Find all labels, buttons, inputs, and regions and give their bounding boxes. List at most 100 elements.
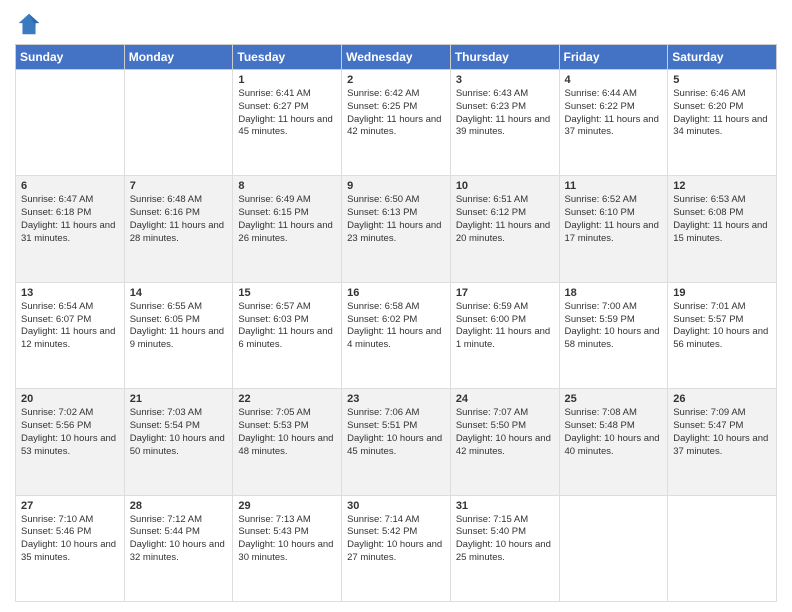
day-info: Sunrise: 6:52 AM Sunset: 6:10 PM Dayligh… bbox=[565, 194, 663, 245]
day-number: 25 bbox=[565, 393, 663, 405]
day-of-week-header: Monday bbox=[124, 45, 233, 70]
day-info: Sunrise: 6:48 AM Sunset: 6:16 PM Dayligh… bbox=[130, 194, 228, 245]
day-of-week-header: Tuesday bbox=[233, 45, 342, 70]
day-of-week-header: Friday bbox=[559, 45, 668, 70]
day-number: 5 bbox=[673, 74, 771, 86]
calendar-day-cell bbox=[16, 70, 125, 176]
calendar-day-cell: 31 Sunrise: 7:15 AM Sunset: 5:40 PM Dayli… bbox=[450, 495, 559, 601]
day-number: 16 bbox=[347, 287, 445, 299]
day-info: Sunrise: 7:10 AM Sunset: 5:46 PM Dayligh… bbox=[21, 514, 119, 565]
calendar-day-cell: 7 Sunrise: 6:48 AM Sunset: 6:16 PM Daylig… bbox=[124, 176, 233, 282]
calendar-day-cell: 9 Sunrise: 6:50 AM Sunset: 6:13 PM Daylig… bbox=[342, 176, 451, 282]
calendar-day-cell: 19 Sunrise: 7:01 AM Sunset: 5:57 PM Dayli… bbox=[668, 282, 777, 388]
calendar-week-row: 6 Sunrise: 6:47 AM Sunset: 6:18 PM Daylig… bbox=[16, 176, 777, 282]
day-info: Sunrise: 7:09 AM Sunset: 5:47 PM Dayligh… bbox=[673, 407, 771, 458]
day-number: 3 bbox=[456, 74, 554, 86]
day-number: 26 bbox=[673, 393, 771, 405]
calendar-day-cell: 3 Sunrise: 6:43 AM Sunset: 6:23 PM Daylig… bbox=[450, 70, 559, 176]
day-info: Sunrise: 6:49 AM Sunset: 6:15 PM Dayligh… bbox=[238, 194, 336, 245]
day-info: Sunrise: 7:05 AM Sunset: 5:53 PM Dayligh… bbox=[238, 407, 336, 458]
day-info: Sunrise: 7:07 AM Sunset: 5:50 PM Dayligh… bbox=[456, 407, 554, 458]
day-info: Sunrise: 6:59 AM Sunset: 6:00 PM Dayligh… bbox=[456, 301, 554, 352]
day-info: Sunrise: 7:02 AM Sunset: 5:56 PM Dayligh… bbox=[21, 407, 119, 458]
calendar-day-cell: 1 Sunrise: 6:41 AM Sunset: 6:27 PM Daylig… bbox=[233, 70, 342, 176]
day-number: 9 bbox=[347, 180, 445, 192]
day-info: Sunrise: 6:46 AM Sunset: 6:20 PM Dayligh… bbox=[673, 88, 771, 139]
day-info: Sunrise: 7:15 AM Sunset: 5:40 PM Dayligh… bbox=[456, 514, 554, 565]
calendar-day-cell: 10 Sunrise: 6:51 AM Sunset: 6:12 PM Dayli… bbox=[450, 176, 559, 282]
calendar-header-row: SundayMondayTuesdayWednesdayThursdayFrid… bbox=[16, 45, 777, 70]
calendar-day-cell: 14Sunrise: 6:55 AM Sunset: 6:05 PM Dayli… bbox=[124, 282, 233, 388]
calendar-day-cell: 20 Sunrise: 7:02 AM Sunset: 5:56 PM Dayli… bbox=[16, 389, 125, 495]
calendar-day-cell: 8 Sunrise: 6:49 AM Sunset: 6:15 PM Daylig… bbox=[233, 176, 342, 282]
day-info: Sunrise: 6:53 AM Sunset: 6:08 PM Dayligh… bbox=[673, 194, 771, 245]
day-info: Sunrise: 7:12 AM Sunset: 5:44 PM Dayligh… bbox=[130, 514, 228, 565]
day-number: 28 bbox=[130, 500, 228, 512]
day-number: 8 bbox=[238, 180, 336, 192]
day-number: 18 bbox=[565, 287, 663, 299]
calendar-day-cell: 2Sunrise: 6:42 AM Sunset: 6:25 PM Daylig… bbox=[342, 70, 451, 176]
calendar-day-cell: 23 Sunrise: 7:06 AM Sunset: 5:51 PM Dayli… bbox=[342, 389, 451, 495]
day-of-week-header: Wednesday bbox=[342, 45, 451, 70]
page: SundayMondayTuesdayWednesdayThursdayFrid… bbox=[0, 0, 792, 612]
calendar-day-cell: 26 Sunrise: 7:09 AM Sunset: 5:47 PM Dayli… bbox=[668, 389, 777, 495]
calendar-week-row: 20 Sunrise: 7:02 AM Sunset: 5:56 PM Dayli… bbox=[16, 389, 777, 495]
day-number: 15 bbox=[238, 287, 336, 299]
calendar-day-cell: 4 Sunrise: 6:44 AM Sunset: 6:22 PM Daylig… bbox=[559, 70, 668, 176]
day-info: Sunrise: 7:06 AM Sunset: 5:51 PM Dayligh… bbox=[347, 407, 445, 458]
day-number: 13 bbox=[21, 287, 119, 299]
day-info: Sunrise: 7:00 AM Sunset: 5:59 PM Dayligh… bbox=[565, 301, 663, 352]
day-of-week-header: Saturday bbox=[668, 45, 777, 70]
calendar-day-cell bbox=[124, 70, 233, 176]
day-info: Sunrise: 6:51 AM Sunset: 6:12 PM Dayligh… bbox=[456, 194, 554, 245]
day-info: Sunrise: 7:01 AM Sunset: 5:57 PM Dayligh… bbox=[673, 301, 771, 352]
day-number: 7 bbox=[130, 180, 228, 192]
calendar-day-cell: 5 Sunrise: 6:46 AM Sunset: 6:20 PM Daylig… bbox=[668, 70, 777, 176]
day-info: Sunrise: 6:43 AM Sunset: 6:23 PM Dayligh… bbox=[456, 88, 554, 139]
calendar-day-cell: 15 Sunrise: 6:57 AM Sunset: 6:03 PM Dayli… bbox=[233, 282, 342, 388]
day-number: 10 bbox=[456, 180, 554, 192]
day-number: 30 bbox=[347, 500, 445, 512]
day-number: 20 bbox=[21, 393, 119, 405]
day-number: 21 bbox=[130, 393, 228, 405]
day-number: 31 bbox=[456, 500, 554, 512]
calendar-day-cell bbox=[559, 495, 668, 601]
calendar-day-cell: 16Sunrise: 6:58 AM Sunset: 6:02 PM Dayli… bbox=[342, 282, 451, 388]
day-info: Sunrise: 6:44 AM Sunset: 6:22 PM Dayligh… bbox=[565, 88, 663, 139]
day-number: 11 bbox=[565, 180, 663, 192]
calendar-day-cell: 27 Sunrise: 7:10 AM Sunset: 5:46 PM Dayli… bbox=[16, 495, 125, 601]
day-number: 27 bbox=[21, 500, 119, 512]
day-of-week-header: Sunday bbox=[16, 45, 125, 70]
calendar-day-cell: 29 Sunrise: 7:13 AM Sunset: 5:43 PM Dayli… bbox=[233, 495, 342, 601]
calendar-day-cell: 12 Sunrise: 6:53 AM Sunset: 6:08 PM Dayli… bbox=[668, 176, 777, 282]
day-number: 19 bbox=[673, 287, 771, 299]
day-number: 17 bbox=[456, 287, 554, 299]
day-info: Sunrise: 7:14 AM Sunset: 5:42 PM Dayligh… bbox=[347, 514, 445, 565]
day-info: Sunrise: 7:03 AM Sunset: 5:54 PM Dayligh… bbox=[130, 407, 228, 458]
day-number: 6 bbox=[21, 180, 119, 192]
calendar-day-cell: 22 Sunrise: 7:05 AM Sunset: 5:53 PM Dayli… bbox=[233, 389, 342, 495]
day-info: Sunrise: 7:13 AM Sunset: 5:43 PM Dayligh… bbox=[238, 514, 336, 565]
calendar-week-row: 27 Sunrise: 7:10 AM Sunset: 5:46 PM Dayli… bbox=[16, 495, 777, 601]
day-info: Sunrise: 6:57 AM Sunset: 6:03 PM Dayligh… bbox=[238, 301, 336, 352]
day-of-week-header: Thursday bbox=[450, 45, 559, 70]
day-info: Sunrise: 6:47 AM Sunset: 6:18 PM Dayligh… bbox=[21, 194, 119, 245]
calendar-day-cell: 18 Sunrise: 7:00 AM Sunset: 5:59 PM Dayli… bbox=[559, 282, 668, 388]
day-number: 23 bbox=[347, 393, 445, 405]
day-number: 29 bbox=[238, 500, 336, 512]
day-number: 4 bbox=[565, 74, 663, 86]
day-number: 22 bbox=[238, 393, 336, 405]
calendar-day-cell: 28 Sunrise: 7:12 AM Sunset: 5:44 PM Dayli… bbox=[124, 495, 233, 601]
day-number: 1 bbox=[238, 74, 336, 86]
day-info: Sunrise: 7:08 AM Sunset: 5:48 PM Dayligh… bbox=[565, 407, 663, 458]
calendar-day-cell: 25 Sunrise: 7:08 AM Sunset: 5:48 PM Dayli… bbox=[559, 389, 668, 495]
day-info: Sunrise: 6:50 AM Sunset: 6:13 PM Dayligh… bbox=[347, 194, 445, 245]
day-number: 24 bbox=[456, 393, 554, 405]
logo-icon bbox=[15, 10, 43, 38]
calendar-day-cell bbox=[668, 495, 777, 601]
day-number: 12 bbox=[673, 180, 771, 192]
calendar-day-cell: 6 Sunrise: 6:47 AM Sunset: 6:18 PM Daylig… bbox=[16, 176, 125, 282]
day-info: Sunrise: 6:41 AM Sunset: 6:27 PM Dayligh… bbox=[238, 88, 336, 139]
day-info: Sunrise: 6:42 AM Sunset: 6:25 PM Dayligh… bbox=[347, 88, 445, 139]
calendar-day-cell: 21 Sunrise: 7:03 AM Sunset: 5:54 PM Dayli… bbox=[124, 389, 233, 495]
